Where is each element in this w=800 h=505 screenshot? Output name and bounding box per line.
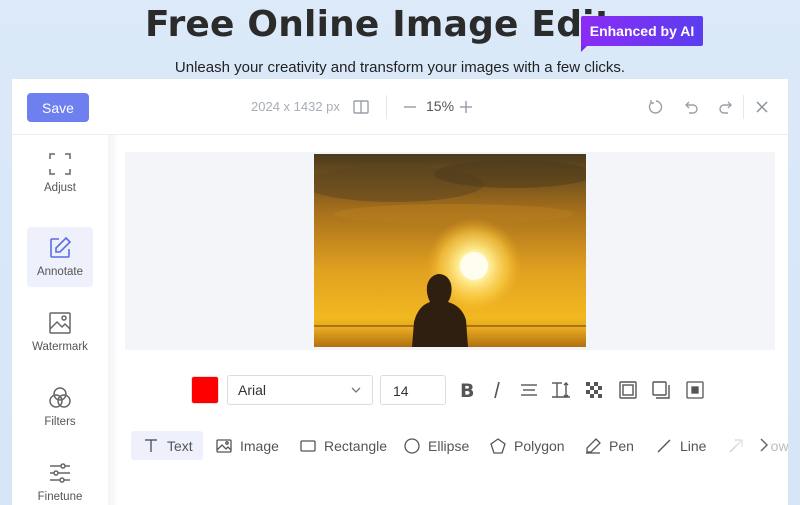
watermark-icon: [49, 312, 71, 334]
tool-label: Pen: [609, 437, 634, 454]
crop-icon: [49, 153, 71, 175]
transparency-icon[interactable]: [583, 379, 605, 401]
tool-image[interactable]: Image: [204, 431, 289, 460]
zoom-out-icon[interactable]: [399, 96, 421, 118]
svg-text:B: B: [460, 381, 474, 399]
sidebar-item-label: Watermark: [32, 341, 88, 353]
tool-text[interactable]: Text: [131, 431, 203, 460]
sidebar-item-label: Annotate: [36, 266, 84, 278]
line-icon: [657, 439, 671, 452]
tool-line[interactable]: Line: [644, 431, 716, 460]
tool-polygon[interactable]: Polygon: [478, 431, 575, 460]
undo-icon[interactable]: [680, 96, 702, 118]
edit-icon: [50, 236, 72, 258]
close-icon[interactable]: [751, 96, 773, 118]
compare-icon[interactable]: [350, 96, 372, 118]
tool-label: Text: [167, 437, 193, 454]
annotation-properties: Arial 14 B: [12, 375, 788, 407]
chevron-right-icon[interactable]: [758, 437, 770, 458]
shadow-icon[interactable]: [650, 379, 672, 401]
page-subtitle: Unleash your creativity and transform yo…: [174, 59, 626, 76]
zoom-in-icon[interactable]: [455, 96, 477, 118]
page-title: Free Online Image Editor: [144, 4, 655, 45]
tool-label: Line: [680, 437, 707, 454]
sidebar-item-label: Finetune: [37, 491, 83, 503]
sidebar-item-adjust[interactable]: Adjust: [27, 143, 93, 203]
sidebar-item-annotate[interactable]: Annotate: [27, 227, 93, 287]
reset-icon[interactable]: [645, 96, 667, 118]
align-icon[interactable]: [518, 379, 540, 401]
font-family-select[interactable]: Arial: [227, 375, 373, 405]
rectangle-icon: [300, 439, 316, 452]
tool-rectangle[interactable]: Rectangle: [288, 431, 397, 460]
image-icon: [216, 438, 232, 453]
image-editor: Save 2024 x 1432 px 15% Adjust Annotate …: [12, 79, 788, 505]
tool-label: Image: [240, 437, 279, 454]
border-icon[interactable]: [617, 379, 639, 401]
color-picker[interactable]: [191, 376, 219, 404]
ai-badge: Enhanced by AI: [581, 16, 703, 52]
image-dimensions: 2024 x 1432 px: [251, 99, 340, 114]
font-family-value: Arial: [238, 382, 267, 398]
sunset-photo[interactable]: [314, 154, 586, 347]
text-icon: [145, 438, 157, 452]
tool-label: Ellipse: [428, 437, 470, 454]
annotation-tools: Text Image Rectangle Ellipse Polygon Pen…: [12, 430, 788, 462]
text-height-icon[interactable]: [550, 379, 572, 401]
font-size-input[interactable]: 14: [380, 375, 446, 405]
tool-ellipse[interactable]: Ellipse: [392, 431, 479, 460]
bold-icon[interactable]: B: [456, 379, 478, 401]
zoom-level: 15%: [426, 98, 455, 114]
sidebar-item-label: Filters: [44, 416, 76, 428]
canvas-area: [125, 152, 775, 350]
polygon-icon: [490, 437, 506, 454]
sidebar-item-label: Adjust: [44, 182, 76, 194]
background-icon[interactable]: [684, 379, 706, 401]
editor-toolbar: Save 2024 x 1432 px 15%: [12, 79, 788, 135]
tool-pen[interactable]: Pen: [573, 431, 644, 460]
redo-icon[interactable]: [715, 96, 737, 118]
toolbar-divider: [743, 95, 744, 119]
pen-icon: [586, 437, 601, 454]
save-button[interactable]: Save: [27, 93, 89, 122]
toolbar-divider: [386, 95, 387, 119]
tool-label: Rectangle: [324, 437, 388, 454]
tool-label: Polygon: [514, 437, 565, 454]
sliders-icon: [50, 463, 70, 483]
sidebar-item-watermark[interactable]: Watermark: [27, 302, 93, 362]
italic-icon[interactable]: [486, 379, 508, 401]
chevron-down-icon: [350, 383, 362, 399]
ellipse-icon: [404, 437, 420, 454]
